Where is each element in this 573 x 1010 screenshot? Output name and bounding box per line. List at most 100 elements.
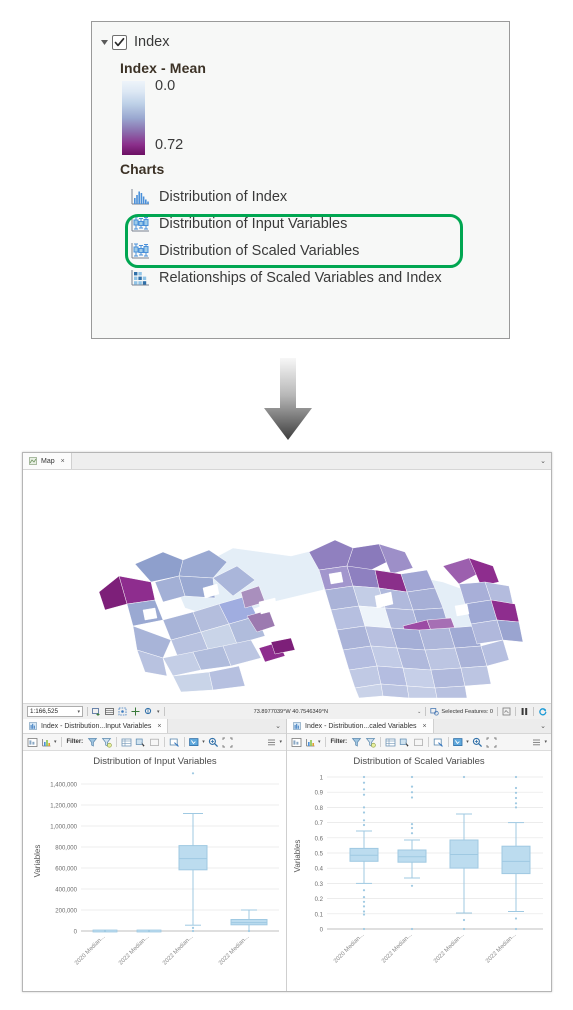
- y-tick-label: 0.9: [315, 791, 324, 797]
- chart-type-icon[interactable]: [41, 737, 52, 748]
- map-scale-selector[interactable]: 1:166,525 ▾: [27, 706, 83, 717]
- close-icon[interactable]: ×: [157, 723, 161, 730]
- chart-canvas-scaled-variables[interactable]: Distribution of Scaled Variables 1 0.9 0…: [287, 751, 551, 991]
- chevron-down-icon[interactable]: ▾: [466, 739, 469, 745]
- layer-row-index[interactable]: Index: [98, 31, 509, 53]
- pause-icon[interactable]: [520, 707, 529, 716]
- layer-visibility-checkbox[interactable]: [112, 34, 127, 50]
- chart-item-distribution-of-index[interactable]: Distribution of Index: [92, 183, 509, 210]
- chart-type-icon[interactable]: [305, 737, 316, 748]
- y-tick-label: 0: [74, 930, 78, 936]
- data-table-icon[interactable]: [121, 737, 132, 748]
- navigate-icon[interactable]: [131, 707, 140, 716]
- divider: [533, 707, 534, 716]
- layer-name: Index: [134, 34, 170, 50]
- chart-item-label: Distribution of Scaled Variables: [159, 242, 360, 259]
- map-canvas[interactable]: [23, 470, 551, 703]
- chart-item-distribution-of-input-variables[interactable]: Distribution of Input Variables: [92, 210, 509, 237]
- chevron-down-icon[interactable]: ⌄: [270, 719, 286, 733]
- chart-canvas-input-variables[interactable]: Distribution of Input Variables 1,400,00…: [23, 751, 286, 991]
- full-extent-icon[interactable]: [486, 737, 497, 748]
- zoom-tool-icon[interactable]: [208, 737, 219, 748]
- chevron-down-icon[interactable]: ▾: [279, 739, 282, 745]
- close-icon[interactable]: ×: [61, 458, 65, 465]
- divider: [428, 737, 430, 747]
- data-table-icon[interactable]: [385, 737, 396, 748]
- x-tick-label: 2022 Median...: [485, 932, 518, 965]
- boxplot-chart-icon: [130, 215, 150, 233]
- add-data-icon[interactable]: [92, 707, 101, 716]
- chevron-down-icon[interactable]: ⌄: [417, 709, 421, 715]
- chevron-down-icon[interactable]: ⌄: [535, 453, 551, 469]
- contents-panel: Index Index - Mean 0.0 0.72 Charts Distr…: [91, 21, 510, 339]
- divider: [184, 737, 186, 747]
- y-tick-label: 400,000: [55, 888, 77, 894]
- zoom-to-selection-icon[interactable]: [433, 737, 444, 748]
- choropleth-map: [98, 539, 524, 699]
- map-view-tabstrip: Map × ⌄: [23, 453, 551, 470]
- refresh-icon[interactable]: [538, 707, 547, 716]
- y-tick-label: 0.4: [315, 867, 324, 873]
- chevron-down-icon[interactable]: ▾: [202, 739, 205, 745]
- select-features-icon[interactable]: [135, 737, 146, 748]
- zoom-tool-icon[interactable]: [472, 737, 483, 748]
- pan-tool-icon[interactable]: [453, 737, 464, 748]
- bookmark-icon[interactable]: [144, 707, 153, 716]
- charts-list: Distribution of Index Distribution of In: [92, 183, 509, 291]
- chart-item-relationships-of-scaled-variables-and-index[interactable]: Relationships of Scaled Variables and In…: [92, 264, 509, 291]
- tab-chart-scaled-variables[interactable]: Index - Distribution...caled Variables ×: [287, 719, 434, 733]
- chevron-down-icon[interactable]: ▾: [157, 709, 160, 715]
- charts-split-container: Index - Distribution...Input Variables ×…: [23, 719, 551, 991]
- select-features-icon[interactable]: [399, 737, 410, 748]
- chart-toolbar-right: ▾ Filter: ▾ ▾: [287, 734, 551, 751]
- chart-item-label: Relationships of Scaled Variables and In…: [159, 269, 442, 286]
- triangle-collapse-icon[interactable]: [98, 36, 110, 48]
- filter-extent-icon[interactable]: [87, 737, 98, 748]
- y-tick-label: 0.5: [315, 852, 324, 858]
- x-tick-label: 2020 Median...: [74, 934, 107, 967]
- map-view-icon: [29, 457, 37, 465]
- charts-header: Charts: [120, 161, 165, 177]
- y-tick-label: 0.7: [315, 821, 324, 827]
- chevron-down-icon[interactable]: ▾: [318, 739, 321, 745]
- zoom-to-selection-icon[interactable]: [169, 737, 180, 748]
- close-icon[interactable]: ×: [423, 723, 427, 730]
- full-extent-icon[interactable]: [222, 737, 233, 748]
- chevron-down-icon[interactable]: ▾: [77, 709, 80, 715]
- y-tick-label: 1,200,000: [50, 804, 77, 810]
- divider: [164, 737, 166, 747]
- chart-tabstrip-left: Index - Distribution...Input Variables ×…: [23, 719, 286, 734]
- filter-extent-icon[interactable]: [351, 737, 362, 748]
- clear-selection-icon[interactable]: [413, 737, 424, 748]
- chevron-down-icon[interactable]: ⌄: [535, 719, 551, 733]
- chevron-down-icon[interactable]: ▾: [54, 739, 57, 745]
- x-tick-label: 2020 Median...: [333, 932, 366, 965]
- menu-icon[interactable]: [531, 737, 542, 748]
- select-icon[interactable]: [118, 707, 127, 716]
- tab-map-label: Map: [41, 457, 55, 465]
- divider: [380, 737, 382, 747]
- filter-selection-icon[interactable]: [101, 737, 112, 748]
- down-arrow-icon: [262, 358, 314, 442]
- chart-title: Distribution of Input Variables: [93, 756, 217, 767]
- chart-properties-icon[interactable]: [27, 737, 38, 748]
- pan-tool-icon[interactable]: [189, 737, 200, 748]
- draw-status-icon[interactable]: [502, 707, 511, 716]
- chevron-down-icon[interactable]: ▾: [544, 739, 547, 745]
- y-tick-label: 0.3: [315, 882, 324, 888]
- tab-chart-input-variables[interactable]: Index - Distribution...Input Variables ×: [23, 719, 169, 733]
- map-scale-value: 1:166,525: [30, 708, 59, 715]
- filter-selection-icon[interactable]: [365, 737, 376, 748]
- y-tick-label: 0.1: [315, 912, 324, 918]
- basemap-icon[interactable]: [105, 707, 114, 716]
- chart-item-distribution-of-scaled-variables[interactable]: Distribution of Scaled Variables: [92, 237, 509, 264]
- menu-icon[interactable]: [266, 737, 277, 748]
- tab-chart-label: Index - Distribution...caled Variables: [305, 722, 417, 730]
- tab-chart-label: Index - Distribution...Input Variables: [41, 722, 152, 730]
- tab-map[interactable]: Map ×: [23, 453, 72, 469]
- clear-selection-icon[interactable]: [149, 737, 160, 748]
- chart-properties-icon[interactable]: [291, 737, 302, 748]
- x-tick-label: 2022 Median...: [118, 934, 151, 967]
- chart-item-label: Distribution of Index: [159, 188, 288, 205]
- chart-view-icon: [29, 722, 37, 730]
